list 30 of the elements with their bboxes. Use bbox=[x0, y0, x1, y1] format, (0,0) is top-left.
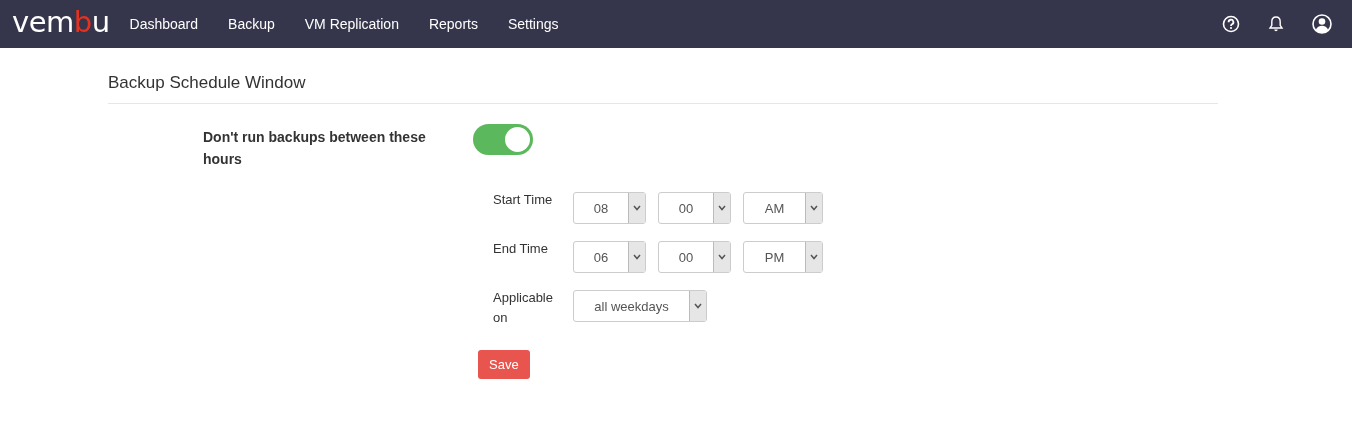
nav-link[interactable]: Dashboard bbox=[129, 16, 199, 32]
dropdown[interactable]: 08 bbox=[573, 192, 646, 224]
notification-bell-icon[interactable] bbox=[1268, 15, 1284, 33]
nav-link[interactable]: VM Replication bbox=[304, 16, 399, 32]
chevron-down-icon[interactable] bbox=[633, 205, 641, 211]
toggle-switch[interactable] bbox=[473, 124, 533, 155]
chevron-down-icon[interactable] bbox=[810, 205, 818, 211]
chevron-down-icon[interactable] bbox=[718, 254, 726, 260]
chevron-down-icon[interactable] bbox=[633, 254, 641, 260]
chevron-down-icon[interactable] bbox=[718, 205, 726, 211]
field-label: Start Time bbox=[493, 191, 554, 209]
help-icon[interactable] bbox=[1222, 15, 1240, 33]
user-account-icon[interactable] bbox=[1312, 14, 1332, 34]
dropdown[interactable]: AM bbox=[743, 192, 823, 224]
chevron-down-icon[interactable] bbox=[694, 303, 702, 309]
dropdown[interactable]: 00 bbox=[658, 192, 731, 224]
dropdown[interactable]: all weekdays bbox=[573, 290, 707, 322]
field-label: Applicable on bbox=[493, 289, 554, 327]
nav-link[interactable]: Settings bbox=[507, 16, 559, 32]
dropdown[interactable]: 00 bbox=[658, 241, 731, 273]
field-label: End Time bbox=[493, 240, 549, 258]
chevron-down-icon[interactable] bbox=[810, 254, 818, 260]
setting-label: Don't run backups between these hours bbox=[203, 128, 427, 169]
vembu-logo[interactable]: vembu bbox=[12, 7, 110, 41]
dropdown[interactable]: PM bbox=[743, 241, 823, 273]
page-title: Backup Schedule Window bbox=[108, 48, 1218, 104]
dropdown[interactable]: 06 bbox=[573, 241, 646, 273]
save-button[interactable]: Save bbox=[478, 350, 530, 379]
nav-link[interactable]: Reports bbox=[428, 16, 478, 32]
nav-link[interactable]: Backup bbox=[228, 16, 275, 32]
